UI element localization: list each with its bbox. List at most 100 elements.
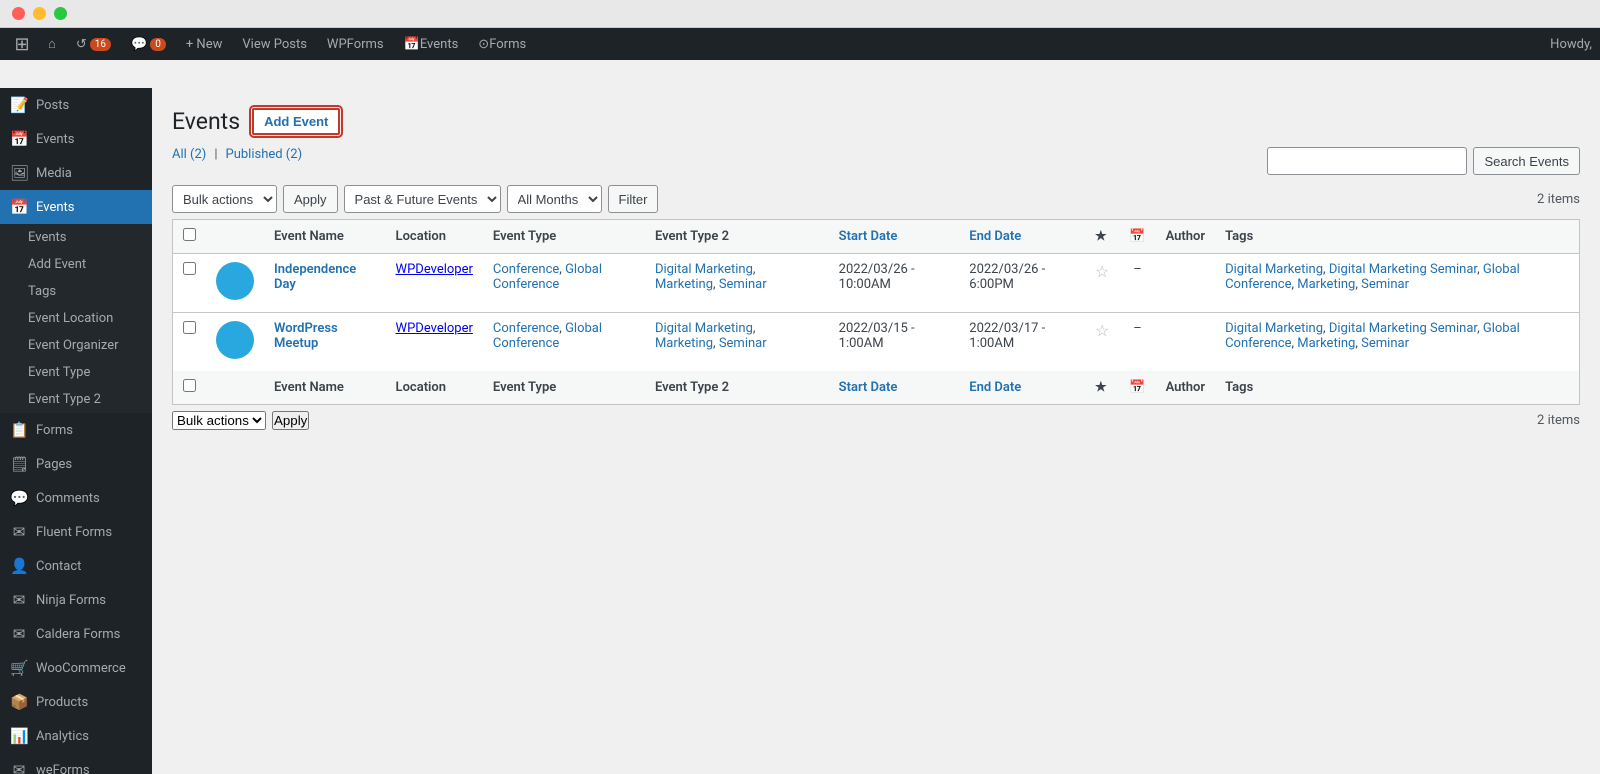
- sidebar-item-products[interactable]: 📦 Products: [0, 685, 152, 719]
- months-select[interactable]: All Months: [507, 185, 602, 213]
- apply-button-bottom[interactable]: Apply: [272, 411, 309, 430]
- items-count-bottom: 2 items: [1537, 413, 1580, 428]
- tag-link[interactable]: Seminar: [1361, 336, 1409, 351]
- event-name-link-1[interactable]: WordPress Meetup: [274, 321, 338, 351]
- row-checkbox-0[interactable]: [173, 254, 207, 313]
- sidebar-sub-tags[interactable]: Tags: [0, 278, 152, 305]
- col-end-date-header[interactable]: End Date: [959, 220, 1085, 254]
- row-check-0[interactable]: [183, 262, 196, 275]
- adminbar-events[interactable]: 📅 Events: [396, 28, 467, 60]
- tag-link[interactable]: Digital Marketing Seminar: [1329, 321, 1477, 336]
- row-location-0[interactable]: WPDeveloper: [386, 254, 483, 313]
- col-end-date-footer[interactable]: End Date: [959, 371, 1085, 405]
- event-type2-link[interactable]: Seminar: [719, 277, 767, 292]
- adminbar-view-posts[interactable]: View Posts: [234, 28, 315, 60]
- sidebar-item-ninja-forms[interactable]: ✉ Ninja Forms: [0, 583, 152, 617]
- location-link-1[interactable]: WPDeveloper: [396, 321, 473, 336]
- sidebar-item-fluent-forms[interactable]: ✉ Fluent Forms: [0, 515, 152, 549]
- search-events-button[interactable]: Search Events: [1473, 147, 1580, 175]
- location-link-0[interactable]: WPDeveloper: [396, 262, 473, 277]
- sidebar-item-analytics[interactable]: 📊 Analytics: [0, 719, 152, 753]
- event-type2-link[interactable]: Digital Marketing: [655, 321, 753, 336]
- event-type-link[interactable]: Conference: [493, 321, 559, 336]
- tag-link[interactable]: Digital Marketing: [1225, 262, 1323, 277]
- col-location-header: Location: [386, 220, 483, 254]
- row-event-type-0[interactable]: Conference, Global Conference: [483, 254, 645, 313]
- sidebar-item-events-top[interactable]: 📅 Events: [0, 122, 152, 156]
- row-star-1[interactable]: ☆: [1085, 313, 1119, 372]
- row-check-1[interactable]: [183, 321, 196, 334]
- sidebar-item-events-active[interactable]: 📅 Events: [0, 190, 152, 224]
- star-icon-0[interactable]: ☆: [1095, 262, 1109, 281]
- adminbar-updates[interactable]: ↺ 16: [68, 28, 119, 60]
- all-filter[interactable]: All (2): [172, 147, 206, 162]
- col-start-date-footer[interactable]: Start Date: [829, 371, 960, 405]
- sidebar-item-weforms[interactable]: ✉ weForms: [0, 753, 152, 774]
- sidebar-item-posts[interactable]: 📝 Posts: [0, 88, 152, 122]
- tag-link[interactable]: Marketing: [1297, 336, 1355, 351]
- col-start-date-header[interactable]: Start Date: [829, 220, 960, 254]
- published-filter[interactable]: Published (2): [226, 147, 303, 162]
- sidebar-item-comments[interactable]: 💬 Comments: [0, 481, 152, 515]
- row-tags-0[interactable]: Digital Marketing, Digital Marketing Sem…: [1215, 254, 1579, 313]
- row-tags-1[interactable]: Digital Marketing, Digital Marketing Sem…: [1215, 313, 1579, 372]
- tag-link[interactable]: Seminar: [1361, 277, 1409, 292]
- sidebar-sub-event-type[interactable]: Event Type: [0, 359, 152, 386]
- sidebar-item-forms[interactable]: 📋 Forms: [0, 413, 152, 447]
- wp-logo-icon[interactable]: ⊞: [8, 28, 36, 60]
- maximize-button[interactable]: [54, 7, 67, 20]
- star-icon-1[interactable]: ☆: [1095, 321, 1109, 340]
- col-event-type2-footer: Event Type 2: [645, 371, 829, 405]
- sidebar-item-contact[interactable]: 👤 Contact: [0, 549, 152, 583]
- row-location-1[interactable]: WPDeveloper: [386, 313, 483, 372]
- adminbar-forms[interactable]: ⊙ Forms: [470, 28, 534, 60]
- sidebar-item-media[interactable]: 🖼 Media: [0, 156, 152, 190]
- sidebar-sub-add-event[interactable]: Add Event: [0, 251, 152, 278]
- sidebar-sub-event-organizer[interactable]: Event Organizer: [0, 332, 152, 359]
- past-future-select[interactable]: Past & Future Events: [344, 185, 501, 213]
- tag-link[interactable]: Digital Marketing Seminar: [1329, 262, 1477, 277]
- col-check-all-bottom[interactable]: [173, 371, 207, 405]
- event-name-link-0[interactable]: Independence Day: [274, 262, 356, 292]
- row-event-type2-0[interactable]: Digital Marketing, Marketing, Seminar: [645, 254, 829, 313]
- tag-link[interactable]: Digital Marketing: [1225, 321, 1323, 336]
- col-avatar-footer: [206, 371, 264, 405]
- adminbar-site-item[interactable]: ⌂: [40, 28, 64, 60]
- col-check-all[interactable]: [173, 220, 207, 254]
- sidebar-item-woocommerce[interactable]: 🛒 WooCommerce: [0, 651, 152, 685]
- comments-count: 0: [150, 38, 166, 51]
- event-type2-link[interactable]: Marketing: [655, 336, 713, 351]
- sidebar-item-pages[interactable]: 🗒 Pages: [0, 447, 152, 481]
- bulk-actions-select-bottom[interactable]: Bulk actions: [172, 411, 266, 430]
- check-all-checkbox-bottom[interactable]: [183, 379, 196, 392]
- sidebar-sub-event-location[interactable]: Event Location: [0, 305, 152, 332]
- event-type2-link[interactable]: Seminar: [719, 336, 767, 351]
- event-type2-link[interactable]: Digital Marketing: [655, 262, 753, 277]
- search-input[interactable]: [1267, 147, 1467, 175]
- sidebar-sub-events[interactable]: Events: [0, 224, 152, 251]
- row-checkbox-1[interactable]: [173, 313, 207, 372]
- close-button[interactable]: [12, 7, 25, 20]
- event-type2-link[interactable]: Marketing: [655, 277, 713, 292]
- sidebar-sub-event-type2[interactable]: Event Type 2: [0, 386, 152, 413]
- row-event-name-1[interactable]: WordPress Meetup: [264, 313, 386, 372]
- row-event-type-1[interactable]: Conference, Global Conference: [483, 313, 645, 372]
- event-type-link[interactable]: Conference: [493, 262, 559, 277]
- filter-button[interactable]: Filter: [608, 185, 659, 213]
- adminbar-comments[interactable]: 💬 0: [123, 28, 174, 60]
- minimize-button[interactable]: [33, 7, 46, 20]
- row-event-type2-1[interactable]: Digital Marketing, Marketing, Seminar: [645, 313, 829, 372]
- row-event-name-0[interactable]: Independence Day: [264, 254, 386, 313]
- all-filter-link[interactable]: All (2): [172, 147, 206, 162]
- adminbar-new[interactable]: + New: [178, 28, 231, 60]
- add-event-button[interactable]: Add Event: [252, 108, 340, 135]
- apply-button-top[interactable]: Apply: [283, 185, 338, 213]
- tag-link[interactable]: Marketing: [1297, 277, 1355, 292]
- check-all-checkbox[interactable]: [183, 228, 196, 241]
- sidebar-item-caldera-forms[interactable]: ✉ Caldera Forms: [0, 617, 152, 651]
- published-filter-link[interactable]: Published (2): [226, 147, 303, 162]
- adminbar-wpforms[interactable]: WPForms: [319, 28, 392, 60]
- bulk-actions-select-top[interactable]: Bulk actions: [172, 185, 277, 213]
- row-author-1: [1156, 313, 1216, 372]
- row-star-0[interactable]: ☆: [1085, 254, 1119, 313]
